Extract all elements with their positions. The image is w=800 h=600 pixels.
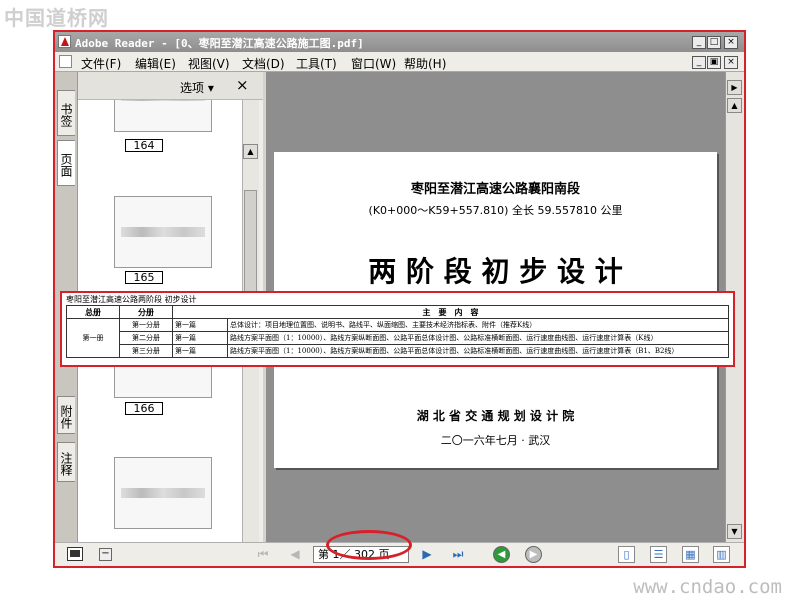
last-page-button[interactable]: ⏭ xyxy=(450,547,466,561)
volume-cell: 第一册 xyxy=(66,318,120,358)
doc-line-date: 二〇一六年七月 · 武汉 xyxy=(440,434,551,447)
adobe-reader-icon xyxy=(58,35,71,48)
content-cell: 路线方案平面图（1：10000）、路线方案纵断面图、公路平面总体设计图、公路标准… xyxy=(227,331,729,345)
title-bar: Adobe Reader - [0、枣阳至潜江高速公路施工图.pdf] _ □ … xyxy=(55,32,744,52)
sub-volume-cell: 第三分册 xyxy=(119,344,173,358)
thumbnail-label-165: 165 xyxy=(125,271,163,284)
content-table-callout: 枣阳至潜江高速公路两阶段 初步设计 总册 分册 主 要 内 容 第一册 第一分册… xyxy=(60,291,735,367)
maximize-button[interactable]: □ xyxy=(707,36,721,49)
collapse-panel-icon[interactable]: − xyxy=(99,548,112,561)
scroll-down-arrow-doc[interactable]: ▼ xyxy=(727,524,742,539)
doc-line-organization: 湖 北 省 交 通 规 划 设 计 院 xyxy=(416,409,575,423)
continuous-facing-view-icon[interactable]: ▥ xyxy=(713,546,730,563)
facing-view-icon[interactable]: ▦ xyxy=(682,546,699,563)
menu-bar: 文件(F) 编辑(E) 视图(V) 文档(D) 工具(T) 窗口(W) 帮助(H… xyxy=(55,52,744,72)
menu-view[interactable]: 视图(V) xyxy=(188,55,230,72)
go-back-button[interactable]: ◀ xyxy=(493,546,510,563)
scroll-right-arrow[interactable]: ▶ xyxy=(727,80,742,95)
doc-line-length: (K0+000～K59+557.810) 全长 59.557810 公里 xyxy=(368,204,623,217)
fullscreen-icon[interactable] xyxy=(67,547,83,561)
window-title: Adobe Reader - [0、枣阳至潜江高速公路施工图.pdf] xyxy=(75,37,364,50)
menu-tools[interactable]: 工具(T) xyxy=(296,55,337,72)
next-page-button[interactable]: ▶ xyxy=(419,547,435,561)
tab-attachments[interactable]: 附件 xyxy=(57,396,75,434)
tab-comments[interactable]: 注释 xyxy=(57,442,75,482)
scroll-up-arrow[interactable]: ▲ xyxy=(243,144,258,159)
header-content: 主 要 内 容 xyxy=(172,305,729,319)
pages-panel-header: 选项 ▾ × xyxy=(78,72,263,100)
thumbnail-label-164: 164 xyxy=(125,139,163,152)
header-sub-volume: 分册 xyxy=(119,305,173,319)
first-page-button[interactable]: ⏮ xyxy=(255,547,271,561)
table-caption: 枣阳至潜江高速公路两阶段 初步设计 xyxy=(66,295,197,304)
sub-volume-cell: 第二分册 xyxy=(119,331,173,345)
menu-document[interactable]: 文档(D) xyxy=(242,55,285,72)
doc-close-button[interactable]: × xyxy=(724,56,738,69)
doc-restore-button[interactable]: ▣ xyxy=(707,56,721,69)
go-forward-button[interactable]: ▶ xyxy=(525,546,542,563)
page-count-highlight xyxy=(326,530,412,560)
thumbnail-page-164[interactable] xyxy=(114,100,212,132)
part-cell: 第一篇 xyxy=(172,318,228,332)
tab-pages[interactable]: 页面 xyxy=(57,140,75,186)
doc-minimize-button[interactable]: _ xyxy=(692,56,706,69)
watermark-top: 中国道桥网 xyxy=(4,6,109,30)
content-cell: 路线方案平面图（1：10000）、路线方案纵断面图、公路平面总体设计图、公路标准… xyxy=(227,344,729,358)
menu-edit[interactable]: 编辑(E) xyxy=(135,55,176,72)
panel-close-icon[interactable]: × xyxy=(236,76,249,94)
tab-bookmarks[interactable]: 书签 xyxy=(57,90,75,136)
thumbnail-label-166: 166 xyxy=(125,402,163,415)
menu-window[interactable]: 窗口(W) xyxy=(351,55,396,72)
minimize-button[interactable]: _ xyxy=(692,36,706,49)
close-button[interactable]: × xyxy=(724,36,738,49)
watermark-bottom: www.cndao.com xyxy=(633,576,782,598)
doc-line-project: 枣阳至潜江高速公路襄阳南段 xyxy=(410,182,580,197)
part-cell: 第一篇 xyxy=(172,344,228,358)
options-menu[interactable]: 选项 ▾ xyxy=(180,79,214,96)
menu-help[interactable]: 帮助(H) xyxy=(404,55,446,72)
previous-page-button[interactable]: ◀ xyxy=(287,547,303,561)
thumbnail-page-165[interactable] xyxy=(114,196,212,268)
scroll-up-arrow-doc[interactable]: ▲ xyxy=(727,98,742,113)
single-page-view-icon[interactable]: ▯ xyxy=(618,546,635,563)
content-cell: 总体设计：项目地理位置图、说明书、路线平、纵面缩图、主要技术经济指标表、附件（推… xyxy=(227,318,729,332)
doc-line-design-stage: 两 阶 段 初 步 设 计 xyxy=(368,255,623,288)
menu-file[interactable]: 文件(F) xyxy=(81,55,121,72)
thumbnail-page-167[interactable] xyxy=(114,457,212,529)
document-icon xyxy=(59,55,72,68)
contents-table: 总册 分册 主 要 内 容 第一册 第一分册 第一篇 总体设计：项目地理位置图、… xyxy=(66,305,729,358)
continuous-view-icon[interactable]: ☰ xyxy=(650,546,667,563)
sub-volume-cell: 第一分册 xyxy=(119,318,173,332)
part-cell: 第一篇 xyxy=(172,331,228,345)
header-volume: 总册 xyxy=(66,305,120,319)
